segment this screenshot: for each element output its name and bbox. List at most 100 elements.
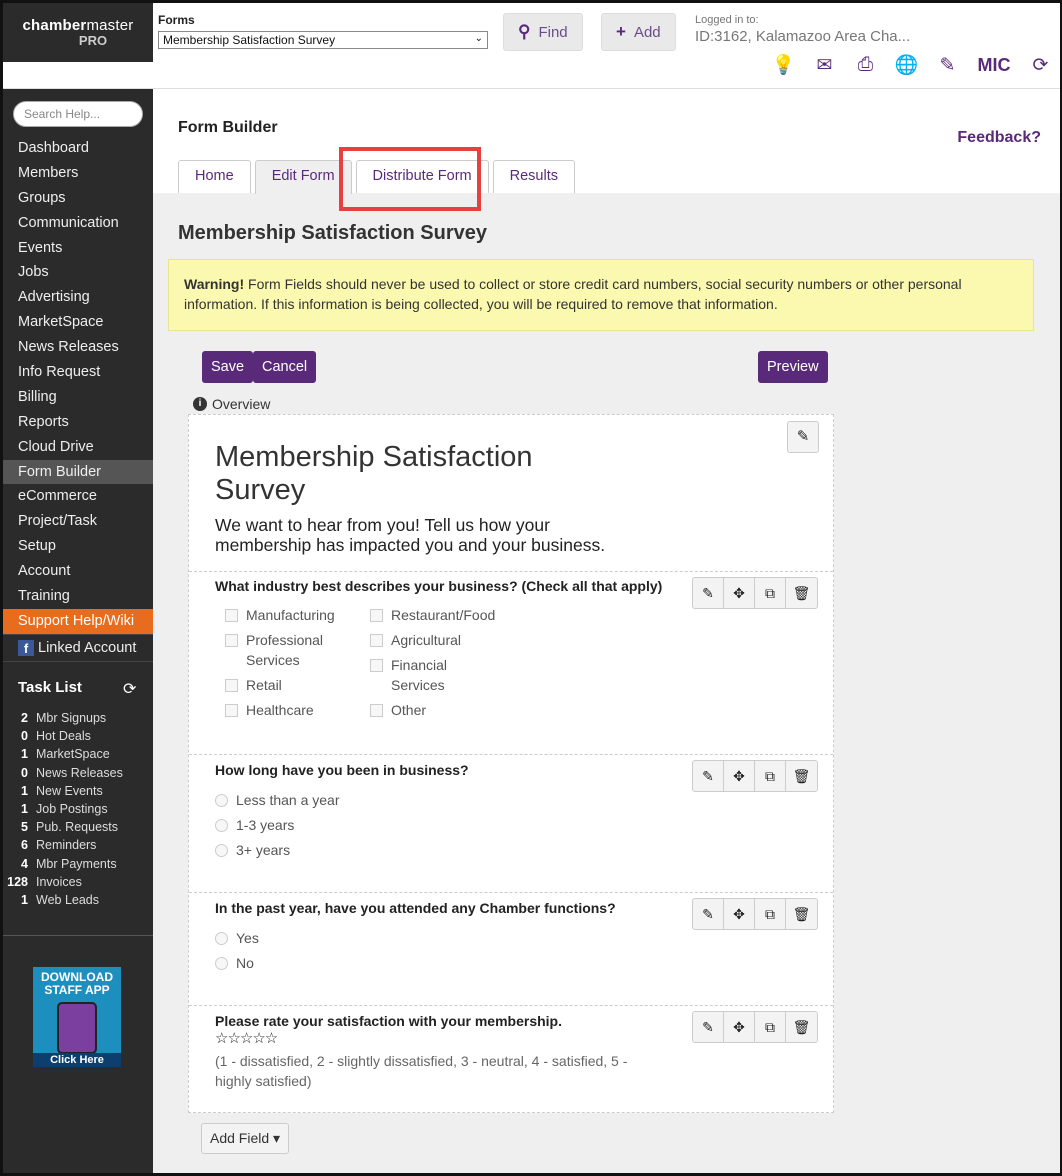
logo-text: master [86, 17, 134, 34]
task-label: Pub. Requests [36, 820, 118, 835]
sidebar-item-account[interactable]: Account [3, 559, 153, 584]
feedback-link[interactable]: Feedback? [957, 129, 1041, 147]
task-label: New Events [36, 783, 103, 798]
logo[interactable]: chambermaster PRO [3, 3, 153, 62]
overview-link[interactable]: i Overview [193, 396, 270, 412]
sidebar-item-jobs[interactable]: Jobs [3, 260, 153, 285]
app-window: chambermaster PRO Forms Membership Satis… [0, 0, 1062, 1176]
form-field-rating[interactable]: Please rate your satisfaction with your … [189, 415, 833, 1112]
pencil-icon[interactable]: ✎ [927, 54, 968, 77]
forms-select[interactable]: Membership Satisfaction Survey ⌄ [158, 31, 488, 49]
task-label: Hot Deals [36, 729, 91, 744]
overview-label: Overview [212, 396, 271, 412]
warning-banner: Warning! Form Fields should never be use… [168, 259, 1034, 331]
task-item[interactable]: 2 Mbr Signups [3, 709, 153, 727]
staff-app-banner[interactable]: DOWNLOAD STAFF APP Click Here [33, 967, 121, 1067]
task-label: Mbr Signups [36, 711, 107, 725]
globe-icon[interactable]: 🌐 [886, 53, 927, 77]
field-question: Please rate your satisfaction with your … [215, 1013, 562, 1029]
sidebar-item-info-request[interactable]: Info Request [3, 360, 153, 385]
copy-icon[interactable]: ⧉ [755, 1012, 786, 1042]
move-icon[interactable]: ✥ [724, 1012, 755, 1042]
app-line2: STAFF APP [44, 983, 110, 997]
sidebar: Search Help... Dashboard Members Groups … [3, 89, 153, 1173]
save-button[interactable]: Save [202, 351, 254, 383]
task-count: 0 [21, 765, 28, 780]
refresh-icon[interactable]: ⟳ [1020, 54, 1060, 77]
find-button[interactable]: ⚲ Find [503, 13, 583, 51]
task-label: News Releases [36, 765, 123, 780]
chevron-down-icon: ⌄ [474, 33, 483, 44]
linked-account-link[interactable]: f Linked Account [3, 633, 153, 662]
sidebar-item-reports[interactable]: Reports [3, 410, 153, 435]
task-item[interactable]: 4 Mbr Payments [3, 855, 153, 873]
highlight-annotation [339, 147, 481, 211]
sidebar-item-groups[interactable]: Groups [3, 186, 153, 211]
task-item[interactable]: 0 Hot Deals [3, 727, 153, 745]
task-count: 6 [21, 838, 28, 853]
task-item[interactable]: 5 Pub. Requests [3, 818, 153, 836]
sidebar-item-marketspace[interactable]: MarketSpace [3, 310, 153, 335]
sidebar-item-cloud-drive[interactable]: Cloud Drive [3, 435, 153, 460]
mail-icon[interactable]: ✉ [804, 54, 845, 77]
find-label: Find [538, 23, 568, 41]
linked-account-label: Linked Account [38, 639, 137, 656]
search-help-input[interactable]: Search Help... [13, 101, 143, 127]
task-item[interactable]: 1 New Events [3, 782, 153, 800]
tab-home[interactable]: Home [178, 160, 251, 193]
edit-icon[interactable]: ✎ [693, 1012, 724, 1042]
logo-text-bold: chamber [22, 17, 87, 34]
sidebar-item-advertising[interactable]: Advertising [3, 285, 153, 310]
task-item[interactable]: 1 Web Leads [3, 891, 153, 909]
form-canvas: Membership Satisfaction Survey We want t… [188, 414, 834, 1113]
logo-tier: PRO [78, 33, 108, 48]
forms-select-value: Membership Satisfaction Survey [163, 33, 336, 47]
sidebar-item-news-releases[interactable]: News Releases [3, 335, 153, 360]
survey-title: Membership Satisfaction Survey [178, 222, 487, 244]
task-count: 4 [21, 856, 28, 871]
task-item[interactable]: 6 Reminders [3, 836, 153, 854]
rating-scale-note: (1 - dissatisfied, 2 - slightly dissatis… [215, 1053, 628, 1089]
tab-edit-form[interactable]: Edit Form [254, 160, 352, 194]
lightbulb-icon[interactable]: 💡 [763, 53, 804, 77]
add-button[interactable]: + Add [601, 13, 676, 51]
sidebar-item-dashboard[interactable]: Dashboard [3, 136, 153, 161]
task-label: Reminders [36, 838, 97, 853]
sidebar-item-communication[interactable]: Communication [3, 211, 153, 236]
sidebar-item-support[interactable]: Support Help/Wiki [3, 608, 153, 634]
print-icon[interactable]: ⎙ [845, 54, 886, 76]
sidebar-item-training[interactable]: Training [3, 584, 153, 609]
divider [3, 935, 153, 936]
phone-icon [57, 1002, 97, 1054]
forms-label: Forms [158, 13, 195, 27]
sidebar-item-events[interactable]: Events [3, 236, 153, 261]
sidebar-item-ecommerce[interactable]: eCommerce [3, 484, 153, 509]
mic-button[interactable]: MIC [968, 55, 1020, 76]
preview-button[interactable]: Preview [758, 351, 828, 383]
sidebar-item-form-builder[interactable]: Form Builder [3, 459, 153, 485]
tab-results[interactable]: Results [492, 160, 575, 193]
task-item[interactable]: 1 MarketSpace [3, 745, 153, 763]
field-tools: ✎ ✥ ⧉ 🗑 [692, 1011, 818, 1043]
task-item[interactable]: 128 Invoices [3, 873, 153, 891]
task-item[interactable]: 1 Job Postings [3, 800, 153, 818]
add-field-button[interactable]: Add Field ▾ [201, 1123, 290, 1154]
sidebar-item-project-task[interactable]: Project/Task [3, 509, 153, 534]
search-icon: ⚲ [518, 22, 531, 41]
trash-icon[interactable]: 🗑 [786, 1012, 817, 1042]
sidebar-item-members[interactable]: Members [3, 161, 153, 186]
task-count: 128 [7, 874, 28, 889]
app-cta: Click Here [33, 1053, 121, 1067]
sidebar-item-setup[interactable]: Setup [3, 534, 153, 559]
cancel-button[interactable]: Cancel [253, 351, 317, 383]
login-value: ID:3162, Kalamazoo Area Cha... [695, 28, 911, 45]
top-icon-bar: 💡 ✉ ⎙ 🌐 ✎ MIC ⟳ [763, 53, 1060, 77]
refresh-icon[interactable]: ⟳ [123, 679, 136, 699]
page-title: Form Builder [178, 119, 278, 136]
task-item[interactable]: 0 News Releases [3, 764, 153, 782]
sidebar-item-billing[interactable]: Billing [3, 385, 153, 410]
star-rating[interactable]: ☆☆☆☆☆ [215, 1029, 278, 1047]
task-label: Invoices [36, 874, 82, 889]
task-count: 0 [21, 729, 28, 744]
task-label: Mbr Payments [36, 856, 117, 871]
